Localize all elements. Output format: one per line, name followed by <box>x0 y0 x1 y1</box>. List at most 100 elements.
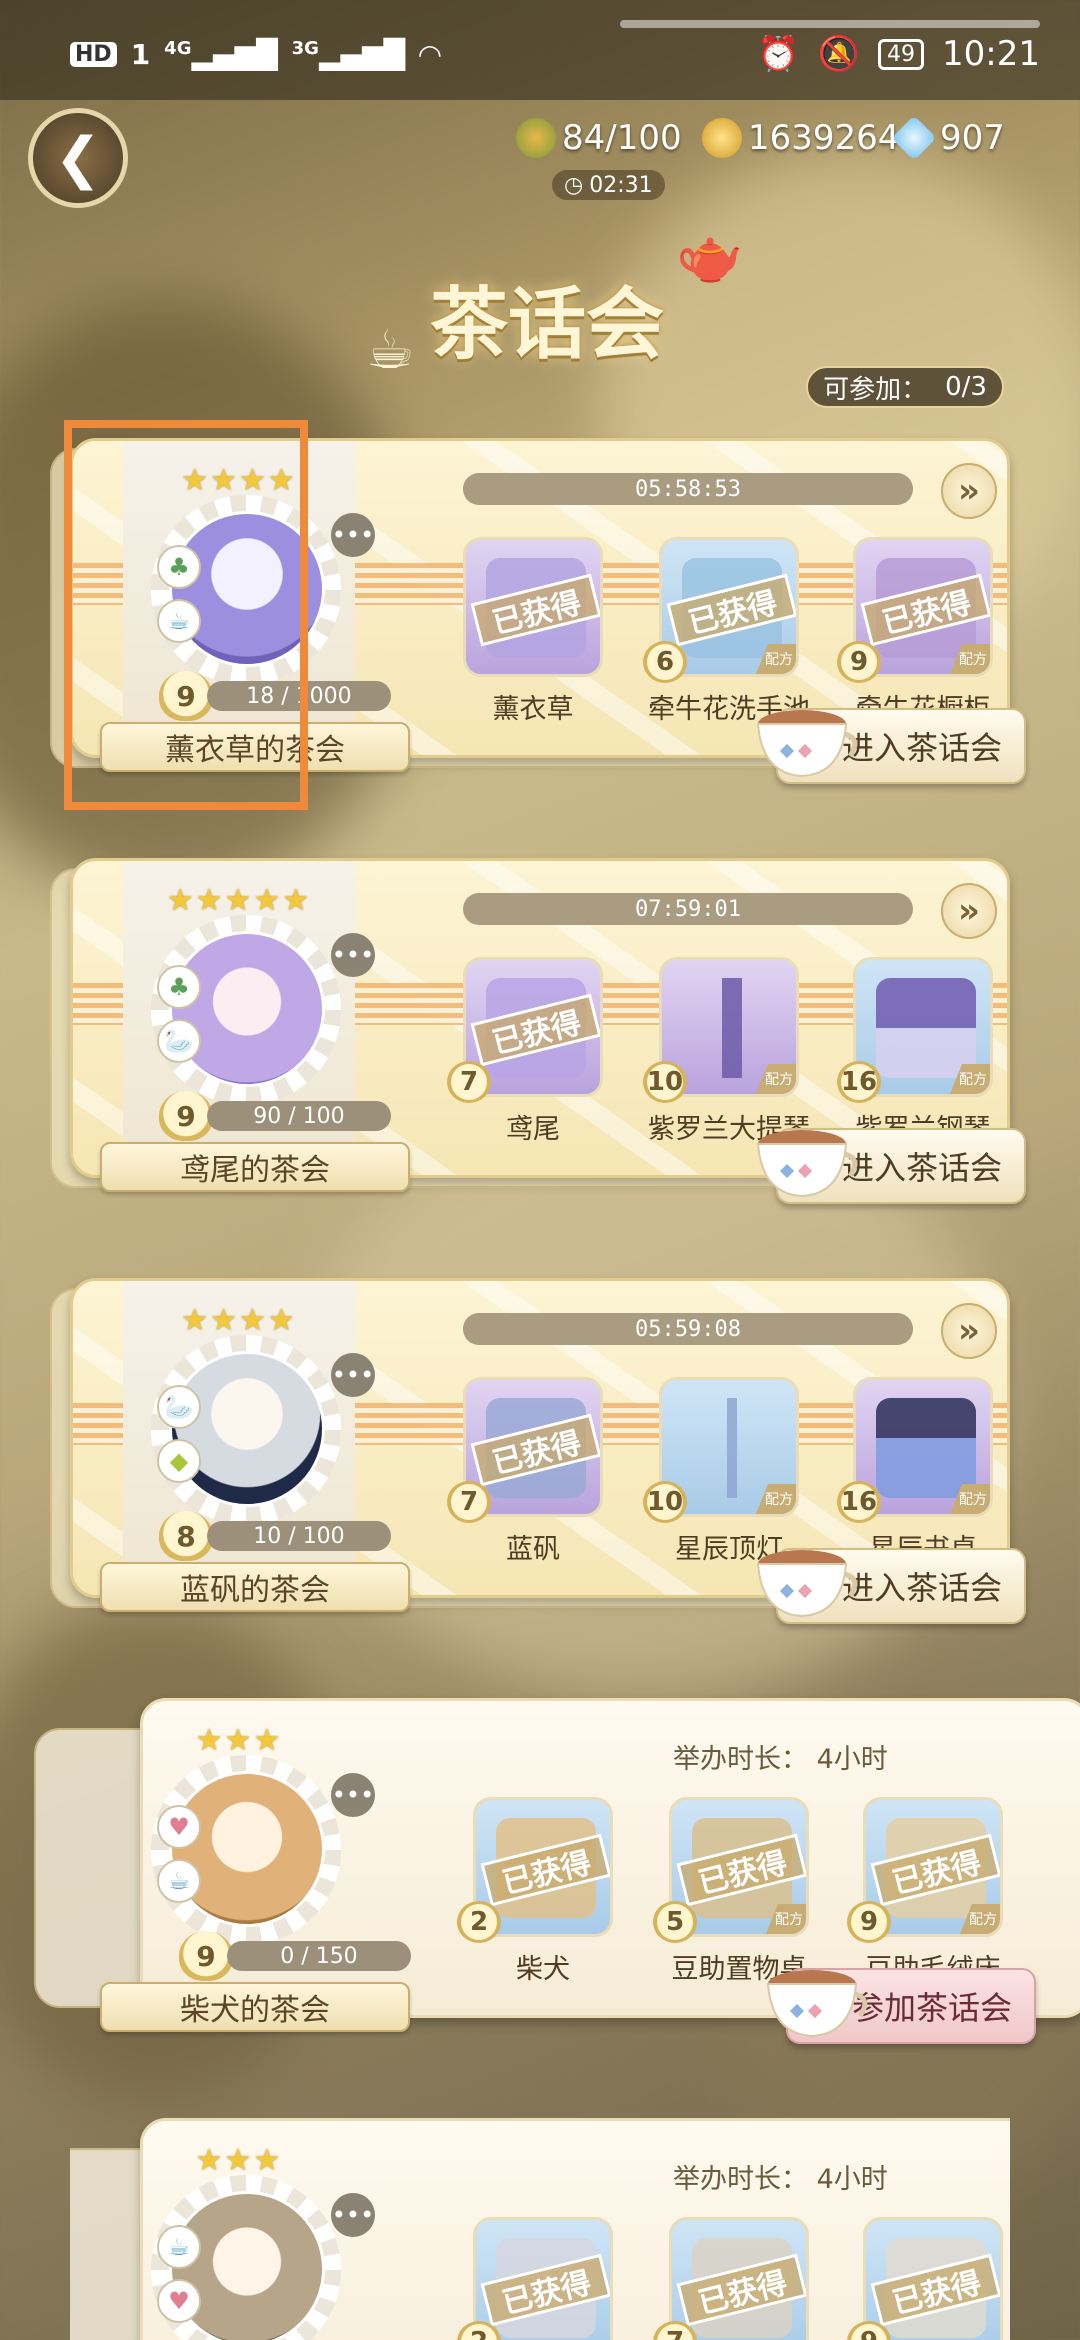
star-rating: ★★★★ <box>181 1303 297 1338</box>
card-panel: 举办时长： 4小时 ★★★ ••• ☕ ♥ 已获得 2 已获得 7 已获得 9 <box>140 2118 1010 2340</box>
item-cost-badge: 10 <box>643 1061 687 1103</box>
double-chevron-right-icon: » <box>958 1311 980 1351</box>
heart-icon: ♥ <box>157 2279 201 2323</box>
progress-counter: 10 / 100 <box>207 1521 391 1551</box>
reward-item[interactable]: 已获得 2 柴犬 <box>457 1797 613 1985</box>
double-chevron-right-icon: » <box>958 891 980 931</box>
signal-3g-icon: 3G▂▄▆█ <box>291 38 406 71</box>
reward-item[interactable]: 配方 10 星辰顶灯 <box>643 1377 799 1565</box>
reward-item[interactable]: 已获得 7 鸢尾 <box>447 957 603 1145</box>
stamina-counter[interactable]: 84/100 <box>516 118 682 158</box>
host-avatar[interactable] <box>169 1771 325 1927</box>
reward-item[interactable]: 已获得 9 <box>847 2217 1003 2340</box>
heart-icon: ♥ <box>157 1805 201 1849</box>
teapot-deco-icon: 🫖 <box>676 224 744 287</box>
host-avatar[interactable] <box>169 931 325 1087</box>
reward-item[interactable]: 配方 16 紫罗兰钢琴 <box>837 957 993 1145</box>
clock: 10:21 <box>942 34 1040 74</box>
host-avatar[interactable] <box>169 1351 325 1507</box>
more-options-button[interactable]: ••• <box>331 513 375 557</box>
wifi-icon: ◠ <box>419 38 441 71</box>
signal-4g-icon: 4G▂▄▆█ <box>164 38 278 71</box>
reward-item[interactable]: 已获得 7 蓝矾 <box>447 1377 603 1565</box>
star-rating: ★★★ <box>195 2143 283 2178</box>
reward-item[interactable]: 配方 16 星辰书桌 <box>837 1377 993 1565</box>
level-badge: 9 <box>179 1931 233 1981</box>
reward-item[interactable]: 配方 10 紫罗兰大提琴 <box>643 957 810 1145</box>
stamina-jar-icon <box>516 118 556 158</box>
double-chevron-right-icon: » <box>958 471 980 511</box>
item-cost-badge: 6 <box>643 641 687 683</box>
expand-button[interactable]: » <box>941 883 997 939</box>
available-count: 可参加： 0/3 <box>806 366 1004 408</box>
enter-tea-party-button[interactable]: 进入茶话会 <box>756 1128 1026 1204</box>
item-cost-badge: 10 <box>643 1481 687 1523</box>
page-title: 茶话会 <box>430 279 665 370</box>
item-name: 柴犬 <box>516 1954 570 1985</box>
teacup-trait-icon: ☕ <box>157 2225 201 2269</box>
coin-counter[interactable]: 1639264 <box>702 118 899 158</box>
item-cost-badge: 7 <box>447 1481 491 1523</box>
item-name: 薰衣草 <box>492 694 574 725</box>
tea-party-name: 蓝矾的茶会 <box>100 1562 410 1612</box>
tea-party-card[interactable]: 举办时长： 4小时 ★★★ ••• ♥ ☕ 已获得 2 柴犬 已获得 配方 5 豆… <box>34 1698 1080 2044</box>
duration-label: 举办时长： 4小时 <box>673 1744 888 1775</box>
back-button[interactable]: ❮ <box>28 108 128 208</box>
more-options-button[interactable]: ••• <box>331 1773 375 1817</box>
reward-item[interactable]: 已获得配方 9 豆助毛绒床 <box>847 1797 1003 1985</box>
teacup-deco-icon: ☕ <box>366 318 415 381</box>
selection-highlight <box>64 420 308 810</box>
diamond-trait-icon: ◆ <box>157 1439 201 1483</box>
item-cost-badge: 16 <box>837 1061 881 1103</box>
item-cost-badge: 2 <box>457 1901 501 1943</box>
gem-counter[interactable]: 907 <box>891 115 1005 161</box>
more-options-button[interactable]: ••• <box>331 1353 375 1397</box>
enter-tea-party-button[interactable]: 进入茶话会 <box>756 1548 1026 1624</box>
teacup-icon <box>756 710 858 778</box>
enter-tea-party-button[interactable]: 进入茶话会 <box>756 708 1026 784</box>
duration-label: 举办时长： 4小时 <box>673 2164 888 2195</box>
notification-pull-tab[interactable] <box>620 20 1040 28</box>
expand-button[interactable]: » <box>941 463 997 519</box>
reward-item[interactable]: 已获得 2 <box>457 2217 613 2340</box>
tea-party-name: 柴犬的茶会 <box>100 1982 410 2032</box>
teacup-icon <box>756 1130 858 1198</box>
diamond-icon <box>891 115 937 161</box>
tea-party-card[interactable]: ★★★★ ••• 🦢 ◆ 05:59:08 » 已获得 7 蓝矾 配方 10 星… <box>50 1278 1026 1624</box>
reward-item[interactable]: 已获得配方 9 牵牛花橱柜 <box>837 537 993 725</box>
mute-icon: 🔕 <box>817 34 861 74</box>
swan-icon: 🦢 <box>157 1019 201 1063</box>
coin-icon <box>702 118 742 158</box>
more-options-button[interactable]: ••• <box>331 933 375 977</box>
item-cost-badge: 7 <box>447 1061 491 1103</box>
item-name: 鸢尾 <box>506 1114 560 1145</box>
battery-icon: 49 <box>878 38 925 70</box>
item-name: 蓝矾 <box>506 1534 560 1565</box>
level-badge: 9 <box>159 1091 213 1141</box>
join-tea-party-button[interactable]: 参加茶话会 <box>766 1968 1036 2044</box>
progress-counter: 0 / 150 <box>227 1941 411 1971</box>
item-cost-badge: 9 <box>837 641 881 683</box>
tea-party-card[interactable]: 举办时长： 4小时 ★★★ ••• ☕ ♥ 已获得 2 已获得 7 已获得 9 <box>70 2118 1010 2340</box>
reward-item[interactable]: 已获得 配方 6 牵牛花洗手池 <box>643 537 810 725</box>
reward-item[interactable]: 已获得 7 <box>653 2217 809 2340</box>
more-options-button[interactable]: ••• <box>331 2193 375 2237</box>
item-cost-badge: 16 <box>837 1481 881 1523</box>
item-cost-badge: 5 <box>653 1901 697 1943</box>
portrait-panel: ★★★ ••• ☕ ♥ <box>143 2121 375 2340</box>
reward-item[interactable]: 已获得 薰衣草 <box>463 537 603 725</box>
stamina-refresh-timer: ◷ 02:31 <box>552 170 665 200</box>
teacup-icon <box>766 1970 868 2038</box>
expand-button[interactable]: » <box>941 1303 997 1359</box>
star-rating: ★★★ <box>195 1723 283 1758</box>
hd-badge: HD <box>70 42 117 67</box>
alarm-icon: ⏰ <box>757 34 800 74</box>
sim-slot: 1 <box>130 38 151 71</box>
reward-item[interactable]: 已获得 配方 5 豆助置物桌 <box>653 1797 809 1985</box>
star-rating: ★★★★★ <box>166 883 312 918</box>
tea-party-card[interactable]: ★★★★★ ••• ♣ 🦢 07:59:01 » 已获得 7 鸢尾 配方 10 … <box>50 858 1026 1204</box>
progress-counter: 90 / 100 <box>207 1101 391 1131</box>
clover-icon: ♣ <box>157 965 201 1009</box>
tea-party-name: 鸢尾的茶会 <box>100 1142 410 1192</box>
item-cost-badge: 9 <box>847 1901 891 1943</box>
